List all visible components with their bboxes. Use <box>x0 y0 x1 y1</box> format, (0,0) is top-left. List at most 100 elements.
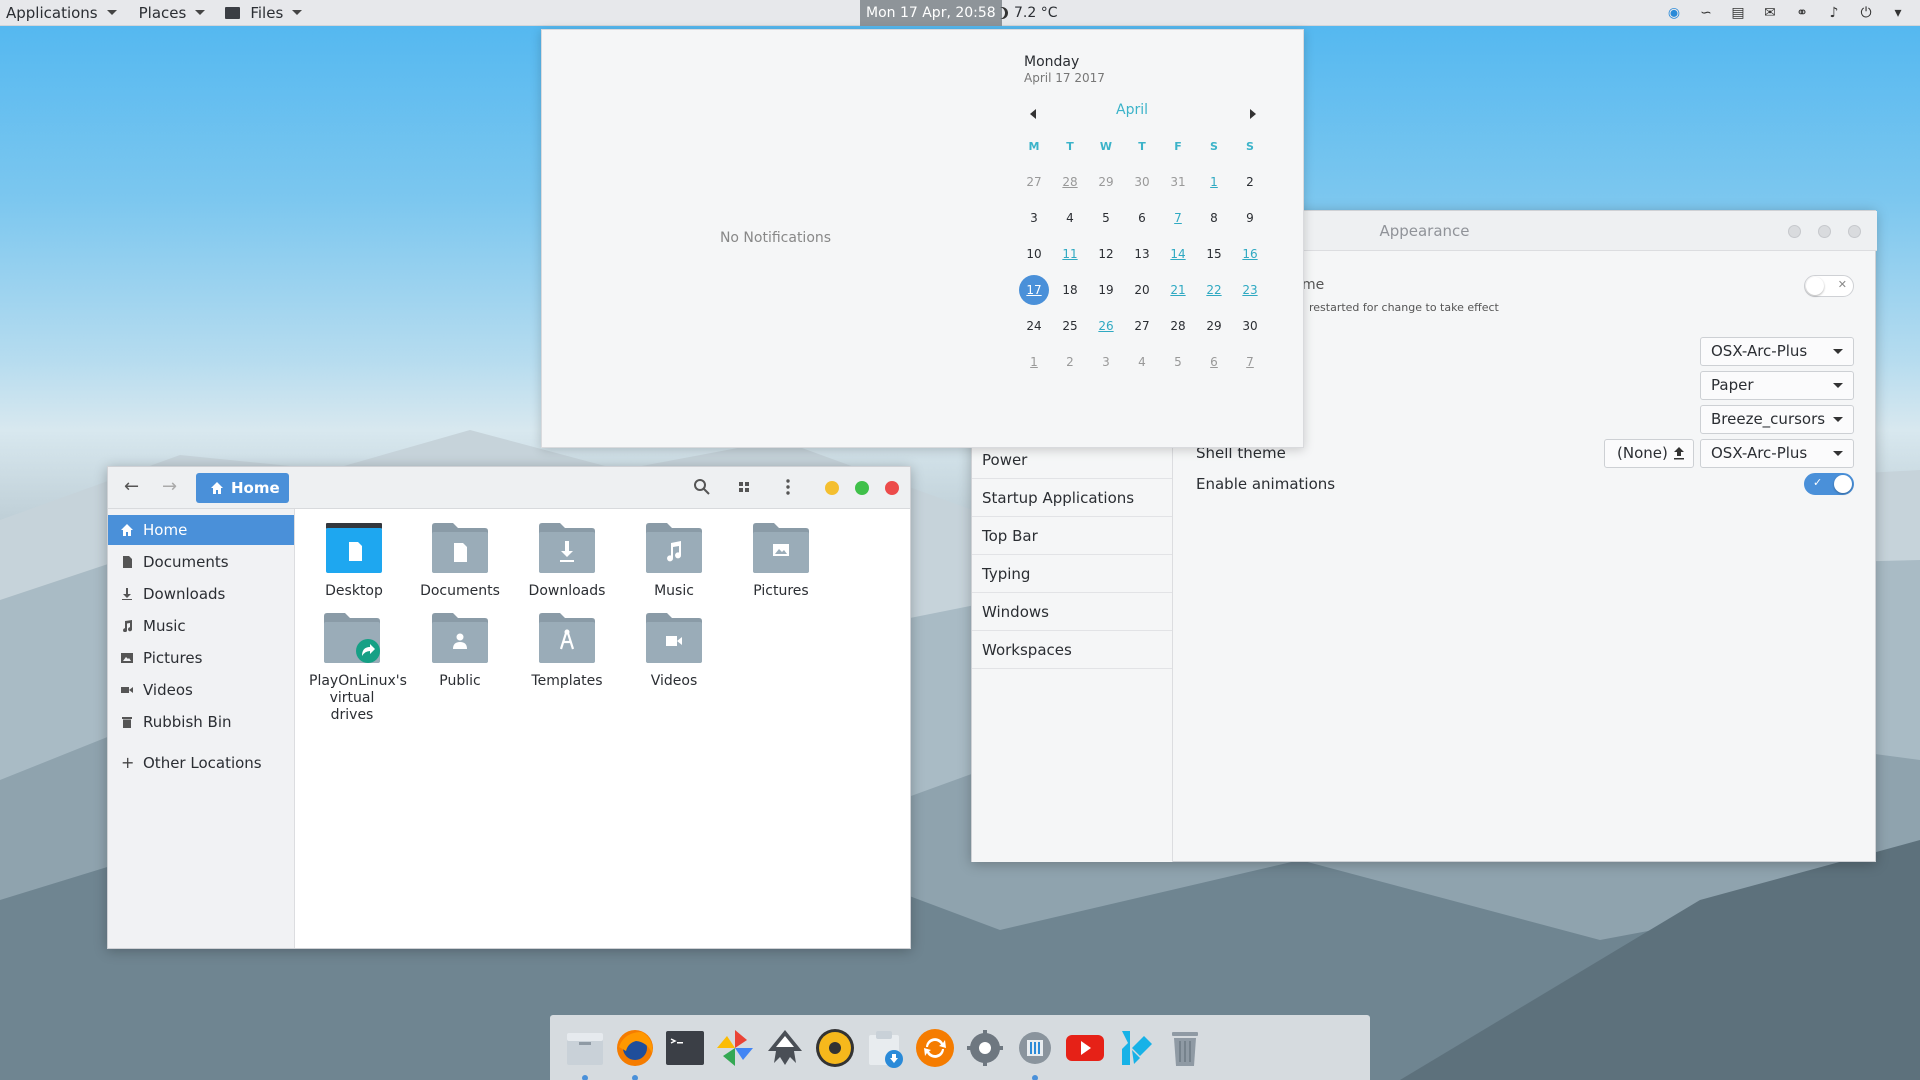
path-bar-home-button[interactable]: Home <box>196 473 289 503</box>
calendar-day[interactable]: 30 <box>1232 308 1268 344</box>
calendar-day[interactable]: 23 <box>1232 272 1268 308</box>
weather-indicator[interactable]: 7.2 °C <box>996 0 1058 26</box>
dark-theme-switch[interactable]: ✕ <box>1804 275 1854 297</box>
maximize-button[interactable] <box>855 481 869 495</box>
sidebar-item-typing[interactable]: Typing <box>972 555 1172 593</box>
calendar-day[interactable]: 9 <box>1232 200 1268 236</box>
settings-icon[interactable] <box>964 1027 1006 1069</box>
key-icon[interactable]: ⚭ <box>1794 5 1810 21</box>
calendar-day[interactable]: 12 <box>1088 236 1124 272</box>
calendar-day[interactable]: 2 <box>1052 344 1088 380</box>
calendar-day[interactable]: 11 <box>1052 236 1088 272</box>
sidebar-item-documents[interactable]: Documents <box>108 547 294 577</box>
previous-month-icon[interactable] <box>1030 109 1036 119</box>
applications-menu[interactable]: Applications <box>0 0 125 26</box>
forward-arrow-icon[interactable]: → <box>162 476 177 497</box>
software-install-icon[interactable] <box>864 1027 906 1069</box>
search-icon[interactable] <box>692 477 712 497</box>
sidebar-item-startup-applications[interactable]: Startup Applications <box>972 479 1172 517</box>
sidebar-item-videos[interactable]: Videos <box>108 675 294 705</box>
calendar-day[interactable]: 6 <box>1124 200 1160 236</box>
file-item-music[interactable]: Music <box>624 523 724 600</box>
inkscape-icon[interactable] <box>764 1027 806 1069</box>
firefox-icon[interactable] <box>614 1027 656 1069</box>
calendar-day[interactable]: 7 <box>1232 344 1268 380</box>
calendar-day[interactable]: 28 <box>1052 164 1088 200</box>
sidebar-item-downloads[interactable]: Downloads <box>108 579 294 609</box>
file-item-public[interactable]: Public <box>410 613 510 690</box>
power-icon[interactable]: ⏻ <box>1858 5 1874 21</box>
back-arrow-icon[interactable]: ← <box>124 476 139 497</box>
calendar-day[interactable]: 5 <box>1088 200 1124 236</box>
calendar-day[interactable]: 26 <box>1088 308 1124 344</box>
trash-icon[interactable] <box>1164 1027 1206 1069</box>
volume-icon[interactable]: ♪ <box>1826 5 1842 21</box>
file-item-videos[interactable]: Videos <box>624 613 724 690</box>
chevron-down-icon[interactable]: ▾ <box>1890 5 1906 21</box>
menu-dots-icon[interactable] <box>778 477 798 497</box>
rss-feed-icon[interactable]: ∽ <box>1698 5 1714 21</box>
file-item-desktop[interactable]: Desktop <box>304 523 404 600</box>
calendar-day-today[interactable]: 17 <box>1016 272 1052 308</box>
calendar-day[interactable]: 10 <box>1016 236 1052 272</box>
tweaks-icon[interactable] <box>1014 1027 1056 1069</box>
calendar-day[interactable]: 27 <box>1124 308 1160 344</box>
places-menu[interactable]: Places <box>133 0 214 26</box>
shell-theme-dropdown[interactable]: OSX-Arc-Plus <box>1700 439 1854 468</box>
file-item-templates[interactable]: Templates <box>517 613 617 690</box>
calendar-day[interactable]: 19 <box>1088 272 1124 308</box>
radio-icon[interactable]: ▤ <box>1730 5 1746 21</box>
calendar-day[interactable]: 28 <box>1160 308 1196 344</box>
files-headerbar[interactable]: ← → Home <box>108 467 910 509</box>
file-item-pictures[interactable]: Pictures <box>731 523 831 600</box>
calendar-day[interactable]: 3 <box>1016 200 1052 236</box>
kodi-icon[interactable] <box>1114 1027 1156 1069</box>
calendar-day[interactable]: 6 <box>1196 344 1232 380</box>
calendar-day[interactable]: 4 <box>1124 344 1160 380</box>
close-button[interactable] <box>1848 225 1861 238</box>
calendar-day[interactable]: 15 <box>1196 236 1232 272</box>
calendar-day[interactable]: 18 <box>1052 272 1088 308</box>
file-item-downloads[interactable]: Downloads <box>517 523 617 600</box>
photos-icon[interactable] <box>714 1027 756 1069</box>
sidebar-item-top-bar[interactable]: Top Bar <box>972 517 1172 555</box>
clock-button[interactable]: Mon 17 Apr, 20:58 <box>860 0 1002 26</box>
calendar-day[interactable]: 29 <box>1088 164 1124 200</box>
calendar-day[interactable]: 13 <box>1124 236 1160 272</box>
calendar-day[interactable]: 4 <box>1052 200 1088 236</box>
files-app-menu[interactable]: Files <box>219 0 310 26</box>
calendar-day[interactable]: 30 <box>1124 164 1160 200</box>
calendar-day[interactable]: 21 <box>1160 272 1196 308</box>
grid-view-icon[interactable] <box>734 477 754 497</box>
sidebar-item-workspaces[interactable]: Workspaces <box>972 631 1172 669</box>
maximize-button[interactable] <box>1818 225 1831 238</box>
youtube-icon[interactable] <box>1064 1027 1106 1069</box>
calendar-day[interactable]: 25 <box>1052 308 1088 344</box>
cursor-theme-dropdown[interactable]: Breeze_cursors <box>1700 405 1854 434</box>
calendar-day[interactable]: 3 <box>1088 344 1124 380</box>
calendar-day[interactable]: 7 <box>1160 200 1196 236</box>
sidebar-item-other-locations[interactable]: + Other Locations <box>108 748 294 778</box>
sidebar-item-rubbish-bin[interactable]: Rubbish Bin <box>108 707 294 737</box>
calendar-day[interactable]: 29 <box>1196 308 1232 344</box>
sidebar-item-windows[interactable]: Windows <box>972 593 1172 631</box>
calendar-day[interactable]: 5 <box>1160 344 1196 380</box>
calendar-day[interactable]: 27 <box>1016 164 1052 200</box>
sidebar-item-music[interactable]: Music <box>108 611 294 641</box>
next-month-icon[interactable] <box>1250 109 1256 119</box>
sidebar-item-pictures[interactable]: Pictures <box>108 643 294 673</box>
calendar-day[interactable]: 20 <box>1124 272 1160 308</box>
files-icon[interactable] <box>564 1027 606 1069</box>
animations-switch[interactable]: ✓ <box>1804 473 1854 495</box>
mail-icon[interactable]: ✉ <box>1762 5 1778 21</box>
calendar-day[interactable]: 1 <box>1016 344 1052 380</box>
calendar-day[interactable]: 31 <box>1160 164 1196 200</box>
sidebar-item-home[interactable]: Home <box>108 515 294 545</box>
icon-theme-dropdown[interactable]: Paper <box>1700 371 1854 400</box>
rhythmbox-icon[interactable] <box>814 1027 856 1069</box>
file-item-playonlinux[interactable]: PlayOnLinux's virtual drives <box>302 613 407 724</box>
minimize-button[interactable] <box>825 481 839 495</box>
calendar-day[interactable]: 22 <box>1196 272 1232 308</box>
calendar-day[interactable]: 2 <box>1232 164 1268 200</box>
file-item-documents[interactable]: Documents <box>410 523 510 600</box>
